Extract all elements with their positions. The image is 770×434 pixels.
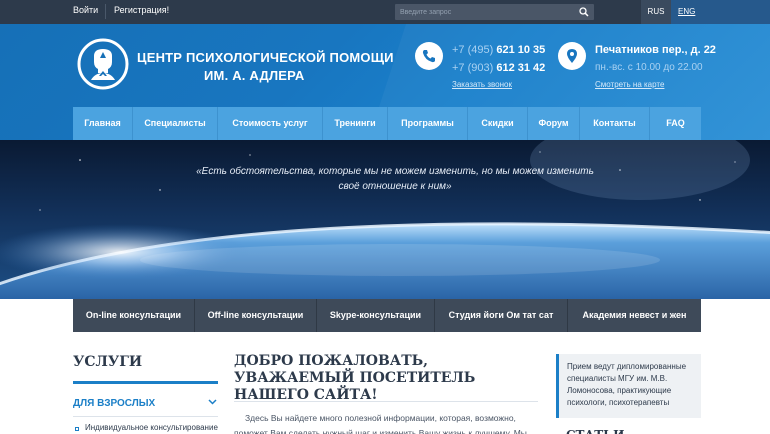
register-link[interactable]: Регистрация!: [114, 5, 169, 15]
map-link[interactable]: Смотреть на карте: [595, 80, 664, 89]
nav-item-forum[interactable]: Форум: [528, 107, 580, 140]
location-pin-icon: [558, 42, 586, 70]
divider: [73, 416, 218, 417]
nav-item-prices[interactable]: Стоимость услуг: [218, 107, 323, 140]
address: Печатников пер., д. 22: [595, 44, 716, 56]
category-adults[interactable]: ДЛЯ ВЗРОСЛЫХ: [73, 398, 155, 409]
nav-item-specialists[interactable]: Специалисты: [133, 107, 218, 140]
divider: [234, 401, 538, 402]
specialists-note: Прием ведут дипломированные специалисты …: [556, 354, 701, 418]
nav-item-trainings[interactable]: Тренинги: [323, 107, 388, 140]
intro-text-line1: Здесь Вы найдете много полезной информац…: [245, 413, 516, 423]
login-link[interactable]: Войти: [73, 5, 98, 15]
search-icon[interactable]: [579, 7, 589, 17]
nav-item-faq[interactable]: FAQ: [650, 107, 701, 140]
divider: [73, 381, 218, 384]
chevron-down-icon[interactable]: [208, 399, 217, 405]
working-hours: пн.-вс. с 10.00 до 22.00: [595, 62, 703, 73]
nav-item-home[interactable]: Главная: [73, 107, 133, 140]
lang-rus[interactable]: RUS: [641, 0, 671, 24]
subnav-item-online[interactable]: On-line консультации: [73, 299, 195, 332]
phone-1[interactable]: +7 (495) 621 10 35: [452, 44, 545, 56]
welcome-title: ДОБРО ПОЖАЛОВАТЬ, УВАЖАЕМЫЙ ПОСЕТИТЕЛЬ Н…: [234, 353, 476, 403]
subnav-item-yoga[interactable]: Студия йоги Ом тат сат: [435, 299, 568, 332]
search-box: [395, 4, 594, 20]
nav-item-discounts[interactable]: Скидки: [468, 107, 528, 140]
divider: [105, 4, 106, 19]
services-nav: On-line консультации Off-line консультац…: [73, 299, 701, 332]
service-item-individual[interactable]: Индивидуальное консультирование: [85, 423, 218, 432]
bullet-icon: [75, 427, 79, 431]
subnav-item-offline[interactable]: Off-line консультации: [195, 299, 317, 332]
nav-item-programs[interactable]: Программы: [388, 107, 468, 140]
services-title: УСЛУГИ: [73, 354, 143, 370]
brand-title-line2: ИМ. А. АДЛЕРА: [204, 68, 305, 83]
phone-icon: [415, 42, 443, 70]
lang-eng[interactable]: ENG: [678, 0, 695, 24]
hero-quote: «Есть обстоятельства, которые мы не може…: [196, 166, 594, 192]
subnav-item-skype[interactable]: Skype-консультации: [317, 299, 435, 332]
articles-title: СТАТЬИ: [566, 428, 624, 434]
subnav-item-academy[interactable]: Академия невест и жен: [568, 299, 701, 332]
hero-banner: «Есть обстоятельства, которые мы не може…: [0, 140, 770, 299]
top-bar: Войти Регистрация! RUS ENG: [0, 0, 770, 24]
main-nav: Главная Специалисты Стоимость услуг Трен…: [73, 107, 701, 140]
intro-text-line2: поможет Вам сделать нужный шаг и изменит…: [234, 428, 527, 434]
callback-link[interactable]: Заказать звонок: [452, 80, 512, 89]
brand-title-line1: ЦЕНТР ПСИХОЛОГИЧЕСКОЙ ПОМОЩИ: [137, 50, 394, 65]
nav-item-contacts[interactable]: Контакты: [580, 107, 650, 140]
logo-icon[interactable]: [77, 38, 129, 90]
search-input[interactable]: [395, 4, 573, 20]
phone-2[interactable]: +7 (903) 612 31 42: [452, 62, 545, 74]
